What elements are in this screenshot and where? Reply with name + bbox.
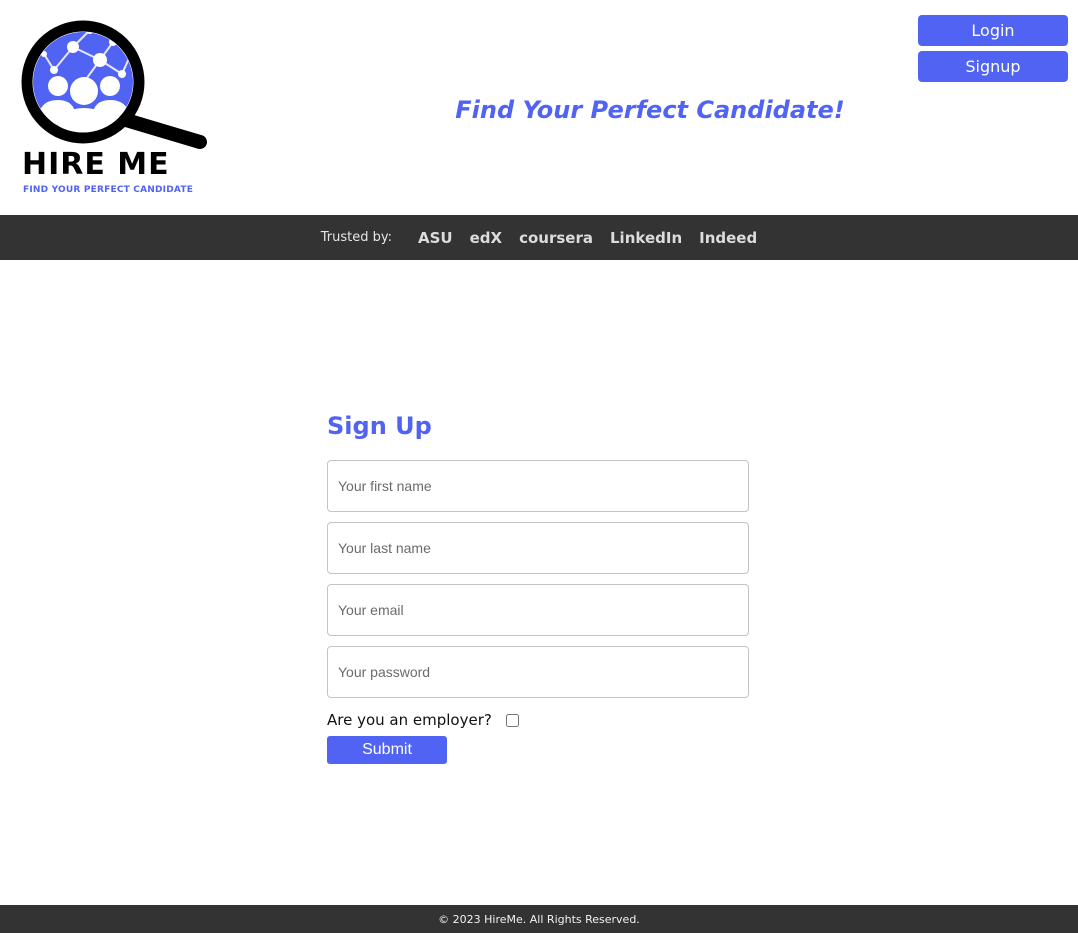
employer-row: Are you an employer? bbox=[327, 710, 749, 730]
first-name-input[interactable] bbox=[327, 460, 749, 512]
employer-checkbox[interactable] bbox=[505, 713, 519, 727]
trusted-item-coursera: coursera bbox=[519, 228, 593, 247]
signup-title: Sign Up bbox=[327, 412, 432, 440]
signup-form: Sign Up Are you an employer? Submit bbox=[327, 405, 749, 764]
trusted-item-asu: ASU bbox=[418, 228, 453, 247]
trusted-item-linkedin: LinkedIn bbox=[610, 228, 683, 247]
signup-button[interactable]: Signup bbox=[918, 51, 1068, 82]
last-name-input[interactable] bbox=[327, 522, 749, 574]
trusted-by-bar: Trusted by: ASU edX coursera LinkedIn In… bbox=[0, 215, 1078, 260]
logo[interactable]: HIRE ME FIND YOUR PERFECT CANDIDATE bbox=[18, 12, 218, 202]
footer: © 2023 HireMe. All Rights Reserved. bbox=[0, 905, 1078, 933]
hero-heading: Find Your Perfect Candidate! bbox=[455, 96, 845, 124]
magnifier-people-network-icon bbox=[21, 20, 207, 149]
trusted-by-label: Trusted by: bbox=[320, 230, 393, 245]
header: HIRE ME FIND YOUR PERFECT CANDIDATE Find… bbox=[0, 0, 1078, 215]
trusted-item-indeed: Indeed bbox=[699, 228, 758, 247]
password-input[interactable] bbox=[327, 646, 749, 698]
trusted-by-list: ASU edX coursera LinkedIn Indeed bbox=[418, 229, 757, 247]
copyright-text: © 2023 HireMe. All Rights Reserved. bbox=[438, 912, 640, 926]
login-button[interactable]: Login bbox=[918, 15, 1068, 46]
trusted-item-edx: edX bbox=[469, 228, 503, 247]
employer-label: Are you an employer? bbox=[327, 711, 492, 729]
logo-tagline: FIND YOUR PERFECT CANDIDATE bbox=[23, 185, 194, 195]
page: HIRE ME FIND YOUR PERFECT CANDIDATE Find… bbox=[0, 0, 1078, 933]
email-input[interactable] bbox=[327, 584, 749, 636]
submit-button[interactable]: Submit bbox=[327, 736, 447, 764]
logo-title: HIRE ME bbox=[22, 147, 170, 182]
